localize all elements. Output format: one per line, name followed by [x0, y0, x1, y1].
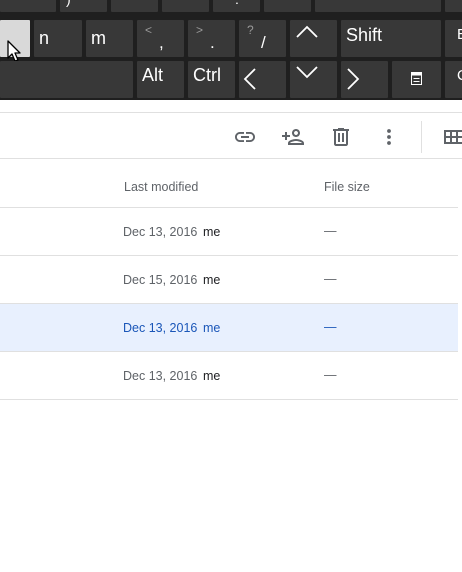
share-button[interactable] — [281, 125, 305, 149]
key-slash-label: / — [261, 33, 266, 52]
column-last-modified[interactable]: Last modified — [124, 180, 198, 194]
add-person-icon — [282, 129, 304, 145]
row-file-size: — — [324, 224, 337, 238]
row-last-modified: Dec 13, 2016 — [123, 321, 198, 335]
link-icon — [235, 132, 255, 142]
key-n-label: n — [39, 28, 50, 48]
remove-button[interactable] — [329, 125, 353, 149]
key-top-5-label: : — [235, 0, 239, 8]
row-file-size: — — [324, 320, 337, 334]
key-period-shift-label: > — [196, 23, 204, 37]
key-top-1[interactable] — [0, 0, 56, 12]
action-toolbar — [0, 112, 462, 159]
get-link-button[interactable] — [233, 125, 257, 149]
row-last-modified: Dec 13, 2016 — [123, 225, 198, 239]
chevron-down-icon — [296, 66, 318, 79]
table-row[interactable]: Dec 13, 2016 me — — [0, 352, 458, 400]
key-right-edge-1[interactable]: E — [445, 20, 462, 57]
key-shift[interactable]: Shift — [341, 20, 441, 57]
row-modified-by: me — [203, 273, 221, 287]
row-file-size: — — [324, 272, 337, 286]
key-right-edge-2[interactable]: Q — [445, 61, 462, 98]
key-m-label: m — [91, 28, 106, 48]
key-arrow-up[interactable] — [290, 20, 337, 57]
key-slash[interactable]: ? / — [239, 20, 286, 57]
key-menu[interactable] — [392, 61, 441, 98]
on-screen-keyboard: ) : n m < , > . ? / Shift E — [0, 0, 462, 100]
row-file-size: — — [324, 368, 337, 382]
key-top-6[interactable] — [264, 0, 311, 12]
row-last-modified: Dec 13, 2016 — [123, 369, 198, 383]
key-alt[interactable]: Alt — [137, 61, 184, 98]
grid-view-button[interactable] — [441, 125, 462, 149]
key-shift-label: Shift — [346, 25, 383, 45]
key-ctrl-label: Ctrl — [193, 65, 221, 85]
chevron-left-icon — [243, 68, 256, 90]
key-top-8[interactable] — [445, 0, 462, 12]
key-m[interactable]: m — [86, 20, 133, 57]
chevron-up-icon — [296, 25, 318, 38]
key-period-label: . — [210, 33, 215, 52]
table-row-selected[interactable]: Dec 13, 2016 me — — [0, 304, 458, 352]
key-comma-shift-label: < — [145, 23, 153, 37]
table-row[interactable]: Dec 15, 2016 me — — [0, 256, 458, 304]
more-vert-icon — [387, 129, 391, 145]
key-slash-shift-label: ? — [247, 23, 254, 37]
key-top-4[interactable] — [162, 0, 209, 12]
file-browser: Last modified File size Dec 13, 2016 me … — [0, 100, 462, 572]
key-space[interactable] — [0, 61, 133, 98]
key-top-2-label: ) — [66, 0, 71, 8]
chevron-right-icon — [347, 68, 360, 90]
key-arrow-right[interactable] — [341, 61, 388, 98]
toolbar-divider — [421, 121, 422, 153]
key-comma[interactable]: < , — [137, 20, 184, 57]
key-highlighted[interactable] — [0, 20, 30, 62]
row-modified-by: me — [203, 321, 221, 335]
top-spacer — [0, 100, 462, 112]
key-top-3[interactable] — [111, 0, 158, 12]
column-header-row: Last modified File size — [0, 159, 458, 208]
row-last-modified: Dec 15, 2016 — [123, 273, 198, 287]
key-arrow-left[interactable] — [239, 61, 286, 98]
column-file-size[interactable]: File size — [324, 180, 370, 194]
key-top-5[interactable]: : — [213, 0, 260, 12]
row-modified-by: me — [203, 225, 221, 239]
file-list: Dec 13, 2016 me — Dec 15, 2016 me — Dec … — [0, 208, 458, 400]
key-alt-label: Alt — [142, 65, 164, 85]
key-top-2[interactable]: ) — [60, 0, 107, 12]
grid-view-icon — [444, 130, 462, 144]
table-row[interactable]: Dec 13, 2016 me — — [0, 208, 458, 256]
row-modified-by: me — [203, 369, 221, 383]
key-period[interactable]: > . — [188, 20, 235, 57]
key-top-7[interactable] — [315, 0, 441, 12]
key-n[interactable]: n — [34, 20, 82, 57]
trash-icon — [333, 128, 349, 146]
more-actions-button[interactable] — [377, 125, 401, 149]
key-right-edge-2-label: Q — [457, 67, 462, 85]
key-arrow-down[interactable] — [290, 61, 337, 98]
mouse-cursor-icon — [7, 40, 21, 62]
key-ctrl[interactable]: Ctrl — [188, 61, 235, 98]
key-comma-label: , — [159, 33, 164, 52]
menu-key-icon — [411, 72, 422, 85]
